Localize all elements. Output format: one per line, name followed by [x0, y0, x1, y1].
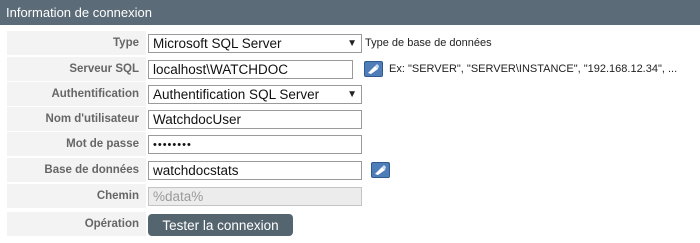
database-browse-icon[interactable] [371, 162, 390, 178]
username-input[interactable]: WatchdocUser [148, 110, 362, 129]
server-label: Serveur SQL [69, 63, 139, 75]
row-auth: Authentification Authentification SQL Se… [7, 82, 700, 106]
server-hint: Ex: "SERVER", "SERVER\INSTANCE", "192.16… [389, 63, 678, 75]
password-input[interactable]: •••••••• [148, 135, 362, 154]
server-input[interactable]: localhost\WATCHDOC [148, 60, 353, 79]
row-type: Type Microsoft SQL Server ▼ Type de base… [7, 31, 700, 55]
type-hint: Type de base de données [365, 37, 492, 49]
database-label: Base de données [44, 164, 139, 176]
row-username: Nom d'utilisateur WatchdocUser [7, 107, 700, 131]
row-password: Mot de passe •••••••• [7, 132, 700, 156]
auth-label: Authentification [51, 88, 139, 100]
row-operation: Opération Tester la connexion [7, 212, 700, 236]
path-label: Chemin [96, 190, 139, 202]
panel-title: Information de connexion [6, 5, 152, 20]
row-path: Chemin %data% [7, 184, 700, 208]
username-label: Nom d'utilisateur [45, 113, 139, 125]
row-server: Serveur SQL localhost\WATCHDOC Ex: "SERV… [7, 57, 700, 81]
type-select[interactable]: Microsoft SQL Server ▼ [148, 34, 362, 53]
server-browse-icon[interactable] [364, 61, 383, 77]
database-input[interactable]: watchdocstats [148, 161, 362, 180]
test-connection-button[interactable]: Tester la connexion [148, 214, 293, 236]
operation-label: Opération [84, 218, 139, 230]
row-database: Base de données watchdocstats [7, 158, 700, 182]
chevron-down-icon: ▼ [347, 89, 357, 100]
panel-header: Information de connexion [0, 0, 700, 25]
chevron-down-icon: ▼ [347, 38, 357, 49]
auth-select[interactable]: Authentification SQL Server ▼ [148, 85, 362, 104]
auth-select-value: Authentification SQL Server [153, 87, 320, 102]
type-label: Type [113, 37, 139, 49]
type-select-value: Microsoft SQL Server [153, 36, 282, 51]
connection-form: Type Microsoft SQL Server ▼ Type de base… [7, 31, 700, 243]
path-input: %data% [148, 187, 362, 206]
password-label: Mot de passe [66, 138, 139, 150]
